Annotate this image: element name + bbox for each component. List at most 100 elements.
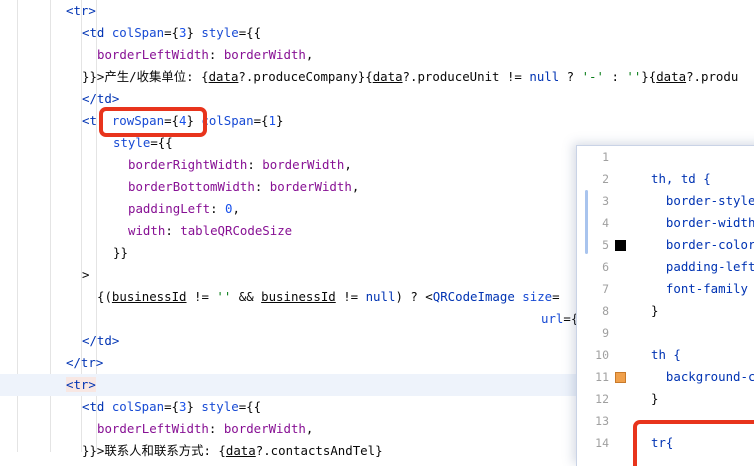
code-token: , xyxy=(305,47,314,62)
code-token: businessId xyxy=(261,289,336,304)
popup-code-line: 8} xyxy=(577,300,754,322)
code-token: ={ xyxy=(253,113,269,128)
code-token: borderWidth xyxy=(262,157,345,172)
popup-code-line: 12} xyxy=(577,388,754,410)
code-token: url xyxy=(541,311,564,326)
popup-code-line: 5 border-color xyxy=(577,234,754,256)
code-line[interactable]: }}>产生/收集单位: {data?.produceCompany}{data?… xyxy=(0,66,754,88)
popup-code-line: 7 font-family xyxy=(577,278,754,300)
line-number: 14 xyxy=(595,436,609,450)
code-token: borderBottomWidth xyxy=(128,179,255,194)
code-token: ={ xyxy=(164,399,179,414)
popup-code-line: 4 border-width xyxy=(577,212,754,234)
code-token: != xyxy=(335,289,366,304)
tr-highlight-box xyxy=(633,420,754,466)
code-token: borderLeftWidth xyxy=(97,421,209,436)
code-token: data xyxy=(208,69,239,84)
code-line[interactable]: borderLeftWidth: borderWidth, xyxy=(0,44,754,66)
code-token: borderWidth xyxy=(269,179,352,194)
code-token: } xyxy=(651,391,659,406)
code-token: QRCodeImage xyxy=(432,289,515,304)
line-number: 1 xyxy=(602,150,609,164)
code-token: }} xyxy=(113,245,128,260)
code-token: ) ? < xyxy=(395,289,433,304)
code-token: padding-left xyxy=(651,259,754,274)
code-token: th { xyxy=(651,347,681,362)
code-token: <td xyxy=(82,25,112,40)
css-preview-popup[interactable]: 1 2 th, td {3 border-style 4 border-width 5 … xyxy=(576,145,754,466)
code-token: <tr> xyxy=(66,3,96,18)
code-token: size xyxy=(522,289,553,304)
popup-code-line: 2 th, td { xyxy=(577,168,754,190)
popup-code-line: 6 padding-left xyxy=(577,256,754,278)
line-number: 10 xyxy=(595,348,609,362)
code-token: : xyxy=(165,223,181,238)
popup-code-line: 3 border-style xyxy=(577,190,754,212)
line-number: 7 xyxy=(602,282,609,296)
code-token: : xyxy=(208,47,224,62)
code-token: , xyxy=(344,157,352,172)
line-number: 13 xyxy=(595,414,609,428)
code-line[interactable]: <td colSpan={3} style={{ xyxy=(0,22,754,44)
code-token: ={{ xyxy=(150,135,173,150)
code-token: width xyxy=(128,223,166,238)
code-token: ={{ xyxy=(238,399,262,414)
code-token: , xyxy=(232,201,240,216)
code-token: data xyxy=(225,443,256,458)
code-line[interactable]: <tr> xyxy=(0,0,754,22)
line-number: 5 xyxy=(602,238,609,252)
code-token: = xyxy=(552,289,560,304)
code-token: : xyxy=(247,157,263,172)
code-token: > xyxy=(82,267,90,282)
code-token: : xyxy=(603,69,627,84)
code-token: borderWidth xyxy=(223,47,306,62)
code-token: : xyxy=(210,201,225,216)
color-swatch-icon[interactable] xyxy=(615,372,626,383)
code-token: paddingLeft xyxy=(128,201,211,216)
line-number: 6 xyxy=(602,260,609,274)
code-token: } xyxy=(186,399,202,414)
code-token: </td> xyxy=(82,333,120,348)
popup-code-line: 10 th { xyxy=(577,344,754,366)
code-token: : xyxy=(208,421,224,436)
code-token: </td> xyxy=(82,91,120,106)
code-token: } xyxy=(186,25,202,40)
code-token: data xyxy=(656,69,687,84)
popup-code-line: 9 xyxy=(577,322,754,344)
code-token: '' xyxy=(626,69,642,84)
line-number: 9 xyxy=(602,326,609,340)
color-swatch-icon[interactable] xyxy=(615,240,626,251)
code-token: borderWidth xyxy=(223,421,306,436)
code-token: }}>联系人和联系方式: { xyxy=(82,443,226,458)
code-token: ?.produceCompany}{ xyxy=(238,69,373,84)
code-token: , xyxy=(305,421,314,436)
code-token: != xyxy=(186,289,217,304)
code-token: style xyxy=(201,399,239,414)
code-token: ?.produceUnit != xyxy=(402,69,530,84)
code-token: && xyxy=(231,289,262,304)
code-token: ={ xyxy=(164,25,179,40)
code-token: borderRightWidth xyxy=(128,157,248,172)
popup-code-line: 11 background-c xyxy=(577,366,754,388)
code-token: null xyxy=(529,69,560,84)
code-token: font-family xyxy=(651,281,748,296)
code-token: th, td { xyxy=(651,171,711,186)
code-token: tableQRCodeSize xyxy=(180,223,293,238)
code-token: 1 xyxy=(268,113,276,128)
code-token: } xyxy=(651,303,659,318)
code-token: {( xyxy=(97,289,112,304)
popup-code-line: 1 xyxy=(577,146,754,168)
code-token: ?.produ xyxy=(686,69,739,84)
code-token: ={{ xyxy=(238,25,262,40)
code-token: ?.contactsAndTel} xyxy=(255,443,383,458)
code-token: <tr> xyxy=(66,377,96,392)
code-token: '' xyxy=(216,289,232,304)
code-token: border-width xyxy=(651,215,754,230)
line-number: 2 xyxy=(602,172,609,186)
code-token: ? xyxy=(559,69,582,84)
code-token: <td xyxy=(82,399,112,414)
code-token: colSpan xyxy=(201,113,254,128)
code-token: style xyxy=(201,25,239,40)
line-number: 4 xyxy=(602,216,609,230)
line-number: 12 xyxy=(595,392,609,406)
